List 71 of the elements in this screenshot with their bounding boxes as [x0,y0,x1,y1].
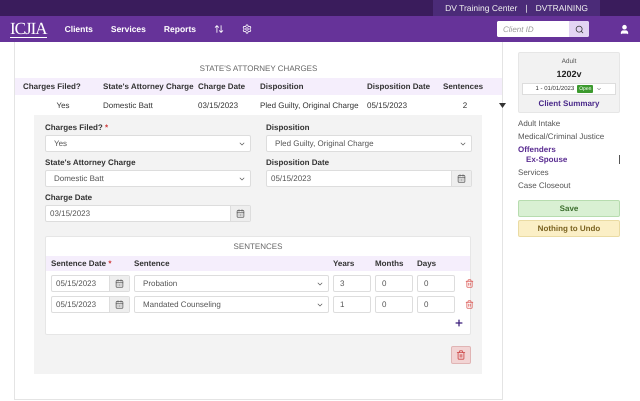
column-header: Sentence [134,259,171,268]
calendar-icon[interactable] [451,171,471,186]
field-label: State's Attorney Charge [45,158,137,167]
select-field[interactable]: Probation [134,275,329,292]
field-label: Charge Date [45,193,94,202]
sidebar-item[interactable]: Services [518,168,620,177]
logo[interactable]: ICJIA [10,20,47,38]
section-title: SENTENCES [232,242,284,251]
table-cell-text: Domestic Batt [103,100,154,110]
table-cell-text: Yes [55,100,71,110]
table-cell-text: 2 [462,100,468,110]
nav-link[interactable]: Reports [164,24,196,34]
client-search-field[interactable]: Client ID [497,21,589,37]
column-header: Sentences [443,82,484,91]
user-icon[interactable] [619,24,630,34]
sidebar-subitem[interactable]: Ex-Spouse [518,155,620,164]
center-name: DV Training Center [445,3,518,13]
select-field[interactable]: Domestic Batt [45,170,251,187]
separator-text: | [525,3,528,13]
field-label: Charges Filed? * [45,123,110,132]
account-name: DVTRAINING [536,3,588,13]
client-id: 1202v [556,69,582,79]
column-header: Disposition Date [367,82,432,91]
date-field[interactable]: 05/15/2023 [51,275,130,292]
column-header: Days [417,259,438,268]
undo-button[interactable]: Nothing to Undo [518,220,620,237]
nav-link[interactable]: Clients [64,24,93,34]
date-field[interactable]: 05/15/2023 [51,296,130,313]
delete-button[interactable] [451,346,471,364]
settings-icon[interactable] [242,24,252,34]
section-title: STATE'S ATTORNEY CHARGES [198,64,318,73]
column-header: Disposition [260,82,305,91]
table-cell-text: Pled Guilty, Original Charge [260,100,360,110]
sort-icon[interactable] [214,24,224,34]
column-header: Years [333,259,356,268]
input-field[interactable]: 0 [417,275,455,292]
input-field[interactable]: 0 [375,275,413,292]
table-cell-text: 05/15/2023 [367,100,408,110]
calendar-icon[interactable] [230,206,250,221]
chevron-down-icon [596,86,602,92]
trash-icon [456,350,466,360]
add-icon[interactable] [454,318,464,328]
column-header: Charges Filed? [23,82,82,91]
field-label: Disposition Date [266,158,330,167]
select-field[interactable]: Pled Guilty, Original Charge [266,135,472,152]
calendar-icon[interactable] [109,297,129,312]
column-header: Sentence Date * [51,259,112,268]
date-field[interactable]: 05/15/2023 [266,170,472,187]
date-field[interactable]: 03/15/2023 [45,205,251,222]
calendar-icon[interactable] [109,276,129,291]
sidebar-item[interactable]: Medical/Criminal Justice [518,132,620,141]
caret-down-icon[interactable] [499,102,506,108]
select-field[interactable]: Yes [45,135,251,152]
input-field[interactable]: 3 [333,275,371,292]
input-field[interactable]: 0 [417,296,455,313]
sidebar-item[interactable]: Adult Intake [518,119,620,128]
nav-link[interactable]: Services [110,24,146,34]
sidebar-item[interactable]: Case Closeout [518,181,620,190]
column-header: State's Attorney Charge [103,82,195,91]
search-icon [574,24,584,34]
column-header: Months [375,259,404,268]
search-button[interactable] [569,21,589,37]
table-cell-text: 03/15/2023 [198,100,240,110]
input-field[interactable]: 0 [375,296,413,313]
client-summary-link[interactable]: Client Summary [538,99,600,108]
input-field[interactable]: 1 [333,296,371,313]
select-field[interactable]: Mandated Counseling [134,296,329,313]
sidebar-item[interactable]: Offenders [518,145,620,154]
save-button[interactable]: Save [518,200,620,217]
column-header: Charge Date [198,82,246,91]
field-label: Disposition [266,123,311,132]
